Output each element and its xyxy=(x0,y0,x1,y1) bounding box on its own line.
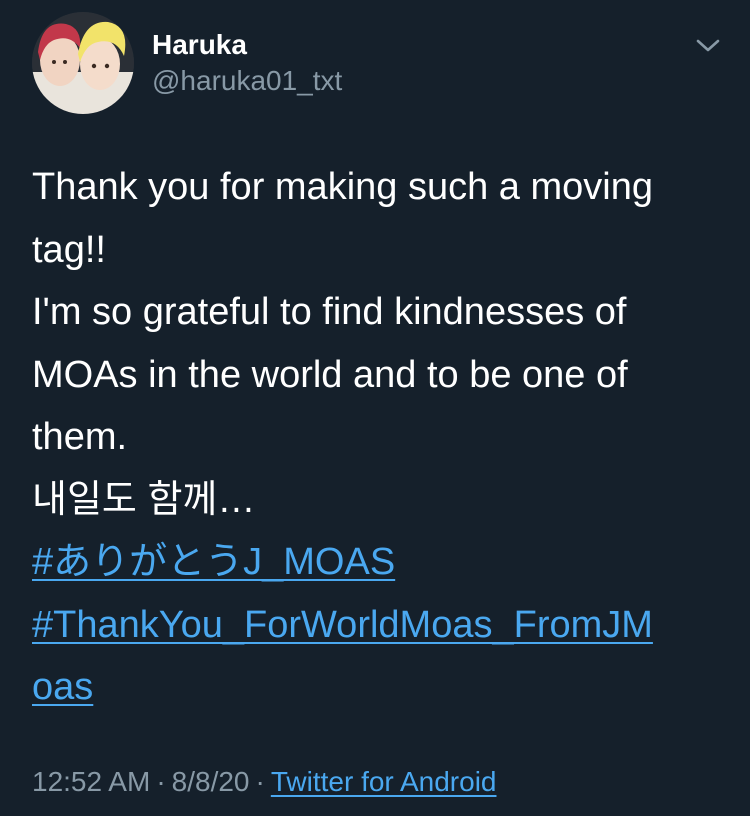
meta-separator: · xyxy=(255,766,265,797)
tweet-text-line: I'm so grateful to find kindnesses of xyxy=(32,291,627,333)
tweet-source-link[interactable]: Twitter for Android xyxy=(271,766,497,797)
user-handle[interactable]: @haruka01_txt xyxy=(152,64,342,98)
tweet-text-line: them. xyxy=(32,416,128,458)
tweet-text-line: Thank you for making such a moving xyxy=(32,166,653,208)
tweet-date: 8/8/20 xyxy=(171,766,250,797)
tweet-card: Haruka @haruka01_txt Thank you for makin… xyxy=(0,0,750,816)
tweet-meta: 12:52 AM · 8/8/20 · Twitter for Android xyxy=(32,764,496,800)
hashtag-link-arigatou[interactable]: #ありがとうJ_MOAS xyxy=(32,541,395,583)
meta-separator: · xyxy=(156,766,166,797)
tweet-text-line: 내일도 함께… xyxy=(32,478,256,521)
display-name[interactable]: Haruka xyxy=(152,28,247,62)
avatar-image xyxy=(32,12,134,114)
chevron-down-icon[interactable] xyxy=(690,28,726,64)
hashtag-link-thankyou[interactable]: #ThankYou_ForWorldMoas_FromJM xyxy=(32,604,653,646)
tweet-text: Thank you for making such a moving tag!!… xyxy=(32,156,722,719)
hashtag-link-thankyou-continued[interactable]: oas xyxy=(32,666,93,708)
tweet-time: 12:52 AM xyxy=(32,766,151,797)
avatar[interactable] xyxy=(32,12,134,114)
tweet-text-line: MOAs in the world and to be one of xyxy=(32,353,628,396)
tweet-text-line: tag!! xyxy=(32,228,106,271)
